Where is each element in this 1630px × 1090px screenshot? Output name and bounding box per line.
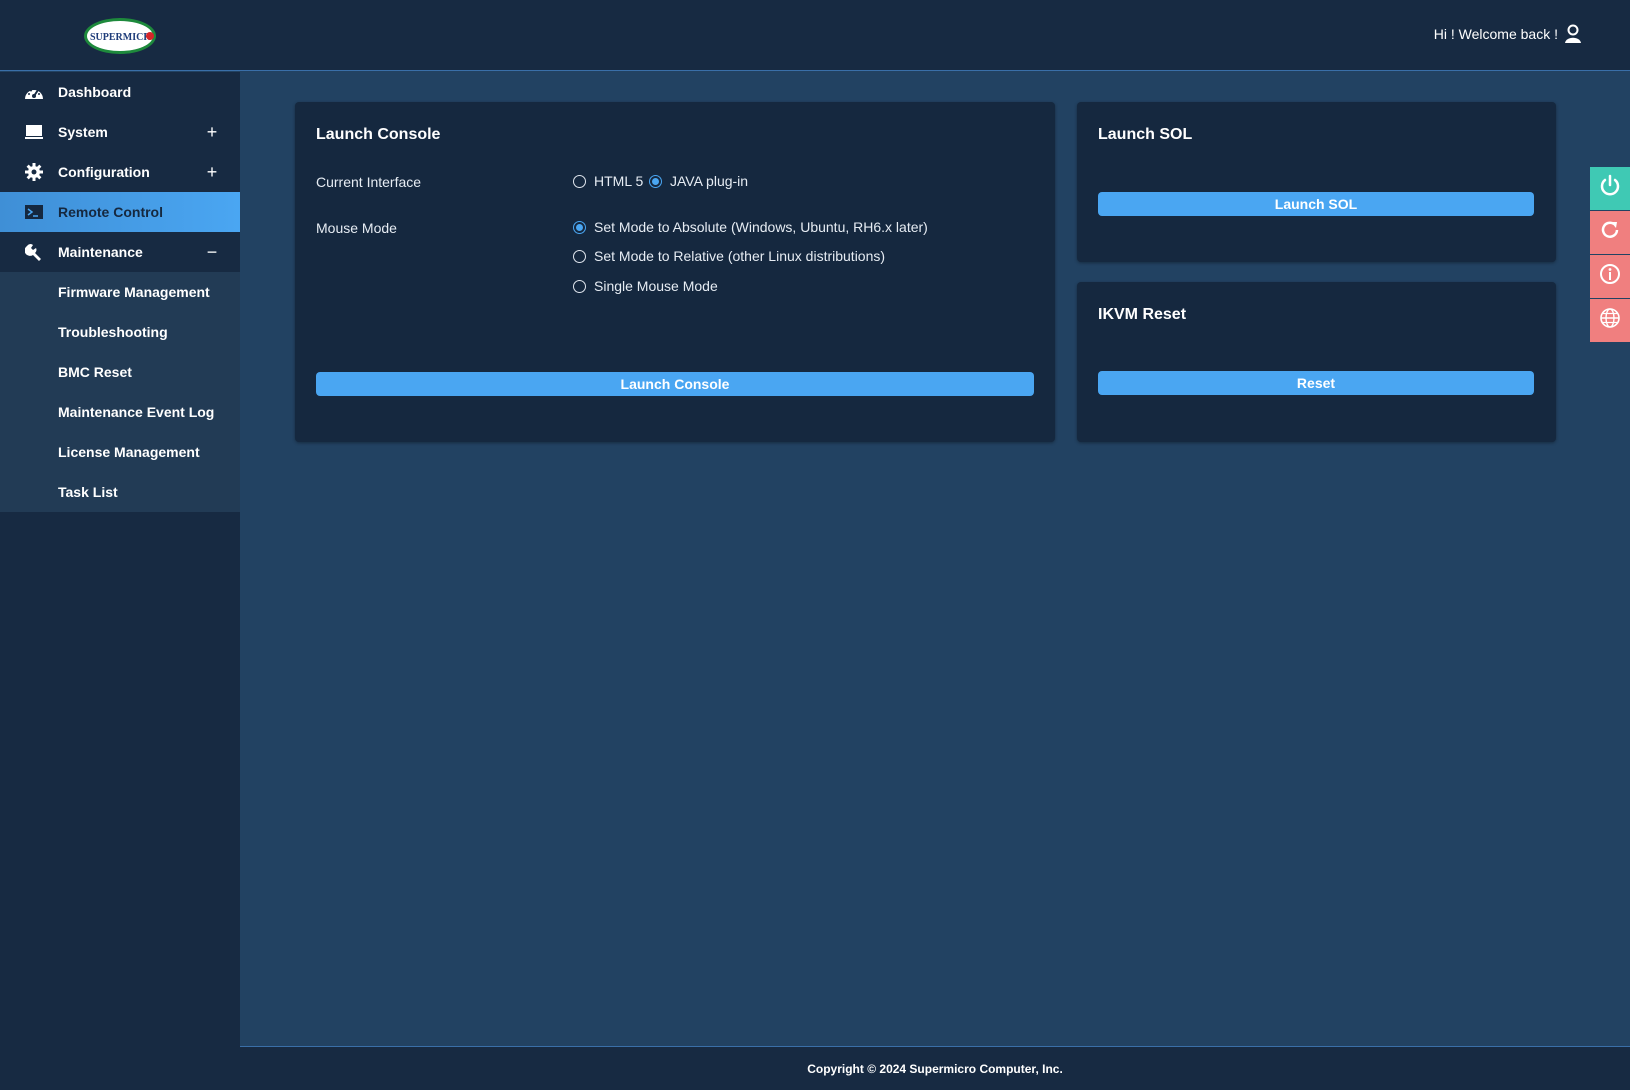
sidebar-item-label: Maintenance xyxy=(58,244,143,260)
card-title: IKVM Reset xyxy=(1098,306,1187,323)
language-button[interactable] xyxy=(1590,299,1630,342)
sidebar-subitem-maintenance-event-log[interactable]: Maintenance Event Log xyxy=(0,392,240,432)
ikvm-reset-button[interactable]: Reset xyxy=(1098,371,1534,395)
radio-label: Set Mode to Absolute (Windows, Ubuntu, R… xyxy=(594,219,928,235)
radio-relative[interactable] xyxy=(573,249,586,263)
radio-absolute[interactable] xyxy=(573,220,586,234)
sidebar-item-dashboard[interactable]: Dashboard xyxy=(0,72,240,112)
sidebar-item-label: Configuration xyxy=(58,164,150,180)
launch-console-card: Launch Console Current Interface HTML 5 … xyxy=(295,102,1055,442)
refresh-icon xyxy=(1598,218,1622,247)
footer: Copyright © 2024 Supermicro Computer, In… xyxy=(240,1046,1630,1090)
interface-option-java[interactable]: JAVA plug-in xyxy=(649,173,748,189)
top-header: SUPERMICR Hi ! Welcome back ! xyxy=(0,0,1630,71)
wrench-icon xyxy=(24,243,44,261)
radio-label: Set Mode to Relative (other Linux distri… xyxy=(594,248,886,264)
sidebar-subitem-license-management[interactable]: License Management xyxy=(0,432,240,472)
radio-label: HTML 5 xyxy=(594,173,644,189)
refresh-button[interactable] xyxy=(1590,211,1630,254)
welcome-area[interactable]: Hi ! Welcome back ! xyxy=(1434,24,1582,44)
sidebar-item-label: System xyxy=(58,124,108,140)
sidebar-subitem-troubleshooting[interactable]: Troubleshooting xyxy=(0,312,240,352)
monitor-icon xyxy=(24,123,44,141)
mouse-option-absolute[interactable]: Set Mode to Absolute (Windows, Ubuntu, R… xyxy=(573,219,928,235)
supermicro-logo[interactable]: SUPERMICR xyxy=(82,16,158,56)
mouse-mode-label: Mouse Mode xyxy=(316,220,397,236)
maintenance-submenu: Firmware Management Troubleshooting BMC … xyxy=(0,272,240,512)
launch-sol-button[interactable]: Launch SOL xyxy=(1098,192,1534,216)
radio-label: JAVA plug-in xyxy=(670,173,749,189)
sidebar-subitem-task-list[interactable]: Task List xyxy=(0,472,240,512)
user-icon[interactable] xyxy=(1564,24,1582,44)
radio-single[interactable] xyxy=(573,279,586,293)
launch-console-button[interactable]: Launch Console xyxy=(316,372,1034,396)
terminal-icon xyxy=(24,203,44,221)
globe-icon xyxy=(1598,306,1622,335)
card-title: Launch SOL xyxy=(1098,126,1193,143)
radio-label: Single Mouse Mode xyxy=(594,278,718,294)
sidebar-item-configuration[interactable]: Configuration + xyxy=(0,152,240,192)
sidebar-item-label: Dashboard xyxy=(58,84,132,100)
card-title: Launch Console xyxy=(316,126,441,143)
info-icon xyxy=(1598,262,1622,291)
expand-icon[interactable]: + xyxy=(204,122,220,142)
svg-text:SUPERMICR: SUPERMICR xyxy=(90,32,151,43)
interface-option-html5[interactable]: HTML 5 xyxy=(573,173,643,189)
info-button[interactable] xyxy=(1590,255,1630,298)
collapse-icon[interactable]: − xyxy=(204,242,220,262)
power-button[interactable] xyxy=(1590,167,1630,210)
current-interface-label: Current Interface xyxy=(316,174,422,190)
sidebar-subitem-bmc-reset[interactable]: BMC Reset xyxy=(0,352,240,392)
radio-html5[interactable] xyxy=(573,174,586,188)
copyright-text: Copyright © 2024 Supermicro Computer, In… xyxy=(807,1061,1063,1076)
dashboard-gauge-icon xyxy=(24,83,44,101)
mouse-option-single[interactable]: Single Mouse Mode xyxy=(573,278,718,294)
sidebar-item-label: Remote Control xyxy=(58,204,163,220)
gear-icon xyxy=(24,163,44,181)
sidebar-item-maintenance[interactable]: Maintenance − xyxy=(0,232,240,272)
expand-icon[interactable]: + xyxy=(204,162,220,182)
sidebar-item-remote-control[interactable]: Remote Control xyxy=(0,192,240,232)
launch-sol-card: Launch SOL Launch SOL xyxy=(1077,102,1556,262)
power-icon xyxy=(1598,174,1622,203)
sidebar-subitem-firmware-management[interactable]: Firmware Management xyxy=(0,272,240,312)
sidebar-item-system[interactable]: System + xyxy=(0,112,240,152)
sidebar: Dashboard System + Configuration + Remot… xyxy=(0,72,240,1090)
radio-java[interactable] xyxy=(649,174,662,188)
ikvm-reset-card: IKVM Reset Reset xyxy=(1077,282,1556,442)
welcome-text: Hi ! Welcome back ! xyxy=(1433,26,1558,42)
mouse-option-relative[interactable]: Set Mode to Relative (other Linux distri… xyxy=(573,248,885,264)
